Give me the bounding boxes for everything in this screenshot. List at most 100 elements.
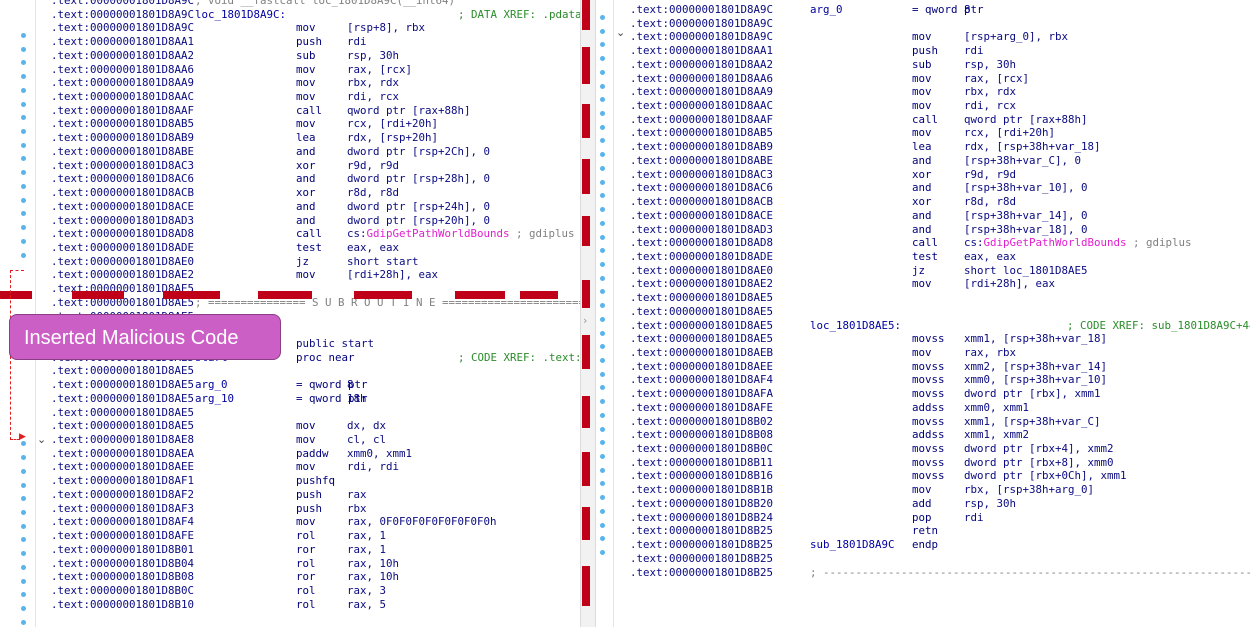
highlight-dash [582,566,590,606]
code-line[interactable]: .text:00000001801D8A9C arg_0 = qword ptr 8 [630,3,1250,17]
operand-text: xmm1, [rsp+38h+var_C] [964,414,1101,428]
code-line[interactable]: .text:00000001801D8B25 retn [630,524,1250,538]
code-line[interactable]: .text:00000001801D8B08 addss xmm1, xmm2 [630,428,1250,442]
code-line[interactable]: .text:00000001801D8AA6 mov rax, [rcx] [630,72,1250,86]
code-operand: eax, eax [964,250,1016,264]
code-line[interactable]: .text:00000001801D8AF3 push rbx [51,502,580,516]
code-mnemonic: test [296,240,323,254]
breakpoint-dot-icon [21,606,26,611]
code-address: .text:00000001801D8AD3 [51,213,195,227]
code-line[interactable]: .text:00000001801D8AB5 mov rcx, [rdi+20h] [630,126,1250,140]
code-line[interactable]: .text:00000001801D8AF4 movss xmm0, [rsp+38… [630,373,1250,387]
code-line[interactable]: .text:00000001801D8AE5 arg_0 = qword ptr 8 [51,378,580,392]
inserted-malicious-code-label: Inserted Malicious Code [9,314,281,360]
code-line[interactable]: .text:00000001801D8B24 pop rdi [630,511,1250,525]
code-line[interactable]: .text:00000001801D8B10 rol rax, 5 [51,598,580,612]
code-line[interactable]: .text:00000001801D8B25 [630,552,1250,566]
code-line[interactable]: .text:00000001801D8AE5 arg_10 = qword ptr 1… [51,392,580,406]
code-line[interactable]: .text:00000001801D8AE5 [51,364,580,378]
code-line[interactable]: .text:00000001801D8AAC mov rdi, rcx [630,99,1250,113]
code-line[interactable]: .text:00000001801D8B08 ror rax, 10h [51,570,580,584]
right-disassembly-pane[interactable]: .text:00000001801D8A9C arg_0 = qword ptr 8.… [596,0,1250,627]
breakpoint-dot-icon [600,15,605,20]
code-line[interactable]: .text:00000001801D8AFA movss dword ptr [rb… [630,387,1250,401]
code-line[interactable]: .text:00000001801D8AE2 mov [rdi+28h], eax [630,277,1250,291]
code-line[interactable]: .text:00000001801D8AF2 push rax [51,488,580,502]
code-line[interactable]: .text:00000001801D8AA9 mov rbx, rdx [51,76,580,90]
code-line[interactable]: .text:00000001801D8AE8 mov cl, cl [51,433,580,447]
code-line[interactable]: .text:00000001801D8ABE and [rsp+38h+var_C]… [630,154,1250,168]
code-line[interactable]: .text:00000001801D8AE5 movss xmm1, [rsp+38… [630,332,1250,346]
code-line[interactable]: .text:00000001801D8A9C mov [rsp+8], rbx [51,21,580,35]
code-line[interactable]: .text:00000001801D8A9C; void __fastcall … [51,0,580,8]
code-line[interactable]: .text:00000001801D8AA1 push rdi [51,35,580,49]
code-line[interactable]: .text:00000001801D8AE5 loc_1801D8AE5: ; CO… [630,319,1250,333]
code-line[interactable]: .text:00000001801D8AE0 jz short loc_1801D8… [630,264,1250,278]
code-line[interactable]: .text:00000001801D8AC3 xor r9d, r9d [630,168,1250,182]
code-line[interactable]: .text:00000001801D8B20 add rsp, 30h [630,497,1250,511]
code-line[interactable]: .text:00000001801D8A9C mov [rsp+arg_0], rb… [630,30,1250,44]
code-operand: rax [347,488,367,502]
code-line[interactable]: .text:00000001801D8B11 movss dword ptr [rb… [630,456,1250,470]
code-line[interactable]: .text:00000001801D8B0C movss dword ptr [rb… [630,442,1250,456]
code-mnemonic: mov [296,76,316,90]
code-line[interactable]: .text:00000001801D8ACE and dword ptr [rsp+… [51,200,580,214]
code-line[interactable]: .text:00000001801D8B25 sub_1801D8A9C endp [630,538,1250,552]
code-line[interactable]: .text:00000001801D8AA9 mov rbx, rdx [630,85,1250,99]
code-line[interactable]: .text:00000001801D8AD3 and dword ptr [rsp+… [51,214,580,228]
code-line[interactable]: .text:00000001801D8ADE test eax, eax [630,250,1250,264]
code-line[interactable]: .text:00000001801D8AD3 and [rsp+38h+var_18… [630,223,1250,237]
code-mnemonic: movss [912,469,945,483]
code-line[interactable]: .text:00000001801D8AE0 jz short start [51,255,580,269]
code-line[interactable]: .text:00000001801D8AFE rol rax, 1 [51,529,580,543]
code-line[interactable]: .text:00000001801D8AA6 mov rax, [rcx] [51,63,580,77]
code-line[interactable]: .text:00000001801D8AF4 mov rax, 0F0F0F0F0F… [51,515,580,529]
code-line[interactable]: .text:00000001801D8A9C [630,17,1250,31]
code-line[interactable]: .text:00000001801D8AAF call qword ptr [rax… [630,113,1250,127]
code-line[interactable]: .text:00000001801D8AE5 mov dx, dx [51,419,580,433]
code-line[interactable]: .text:00000001801D8AAF call qword ptr [rax… [51,104,580,118]
code-line[interactable]: .text:00000001801D8B16 movss dword ptr [rb… [630,469,1250,483]
code-mnemonic: sub [912,57,932,71]
operand-text: xmm0, [rsp+38h+var_10] [964,373,1108,387]
code-line[interactable]: .text:00000001801D8AE2 mov [rdi+28h], eax [51,268,580,282]
code-line[interactable]: .text:00000001801D8ABE and dword ptr [rsp+… [51,145,580,159]
code-line[interactable]: .text:00000001801D8AFE addss xmm0, xmm1 [630,401,1250,415]
code-line[interactable]: .text:00000001801D8AE5 [630,305,1250,319]
code-line[interactable]: .text:00000001801D8AB5 mov rcx, [rdi+20h] [51,117,580,131]
code-line[interactable]: .text:00000001801D8ADE test eax, eax [51,241,580,255]
code-line[interactable]: .text:00000001801D8ACB xor r8d, r8d [51,186,580,200]
code-line[interactable]: .text:00000001801D8AD8 call cs:GdipGetPath… [630,236,1250,250]
code-line[interactable]: .text:00000001801D8AEE mov rdi, rdi [51,460,580,474]
breakpoint-dot-icon [21,620,26,625]
code-line[interactable]: .text:00000001801D8AE5 [630,291,1250,305]
code-line[interactable]: .text:00000001801D8A9C loc_1801D8A9C: ; DA… [51,8,580,22]
code-line[interactable]: .text:00000001801D8ACB xor r8d, r8d [630,195,1250,209]
code-line[interactable]: .text:00000001801D8B02 movss xmm1, [rsp+38… [630,415,1250,429]
code-line[interactable]: .text:00000001801D8AF1 pushfq [51,474,580,488]
code-line[interactable]: .text:00000001801D8AEA paddw xmm0, xmm1 [51,447,580,461]
code-mnemonic: proc near [296,350,355,364]
code-line[interactable]: .text:00000001801D8B0C rol rax, 3 [51,584,580,598]
code-line[interactable]: .text:00000001801D8AC3 xor r9d, r9d [51,159,580,173]
code-line[interactable]: .text:00000001801D8AC6 and [rsp+38h+var_10… [630,181,1250,195]
code-line[interactable]: .text:00000001801D8AC6 and dword ptr [rsp+… [51,172,580,186]
code-line[interactable]: .text:00000001801D8AB9 lea rdx, [rsp+20h] [51,131,580,145]
code-line[interactable]: .text:00000001801D8B1B mov rbx, [rsp+38h+a… [630,483,1250,497]
code-line[interactable]: .text:00000001801D8AEE movss xmm2, [rsp+38… [630,360,1250,374]
code-line[interactable]: .text:00000001801D8AA2 sub rsp, 30h [51,49,580,63]
code-line[interactable]: .text:00000001801D8AE5 [51,406,580,420]
code-operand: xmm1, xmm2 [964,428,1029,442]
code-line[interactable]: .text:00000001801D8B25 ; ----------------… [630,566,1250,580]
code-line[interactable]: .text:00000001801D8ACE and [rsp+38h+var_14… [630,209,1250,223]
code-line[interactable]: .text:00000001801D8AA1 push rdi [630,44,1250,58]
code-line[interactable]: .text:00000001801D8B04 rol rax, 10h [51,557,580,571]
code-line[interactable]: .text:00000001801D8AA2 sub rsp, 30h [630,58,1250,72]
code-line[interactable]: .text:00000001801D8B01 ror rax, 1 [51,543,580,557]
code-mnemonic: mov [296,21,316,35]
breakpoint-dot-icon [21,170,26,175]
code-line[interactable]: .text:00000001801D8AAC mov rdi, rcx [51,90,580,104]
code-line[interactable]: .text:00000001801D8AEB mov rax, rbx [630,346,1250,360]
code-line[interactable]: .text:00000001801D8AB9 lea rdx, [rsp+38h+v… [630,140,1250,154]
code-line[interactable]: .text:00000001801D8AD8 call cs:GdipGetPath… [51,227,580,241]
